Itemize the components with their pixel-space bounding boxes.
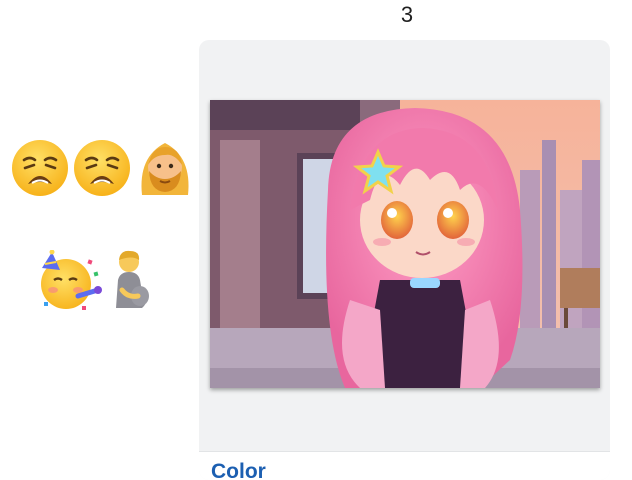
weary-face-icon (74, 140, 130, 196)
chibi-character-pink-hair-image[interactable] (210, 100, 600, 388)
gallery-card[interactable]: Color (199, 40, 610, 480)
card-title-link[interactable]: Color (211, 460, 266, 480)
count-label: 3 (400, 2, 414, 27)
card-footer: Color (199, 451, 610, 480)
woman-with-beard-icon (141, 143, 189, 195)
emoji-group-2 (38, 250, 152, 312)
emoji-group-1 (10, 137, 196, 199)
partying-face-icon (41, 250, 102, 310)
weary-face-icon (12, 140, 68, 196)
pregnant-man-icon (116, 250, 149, 308)
